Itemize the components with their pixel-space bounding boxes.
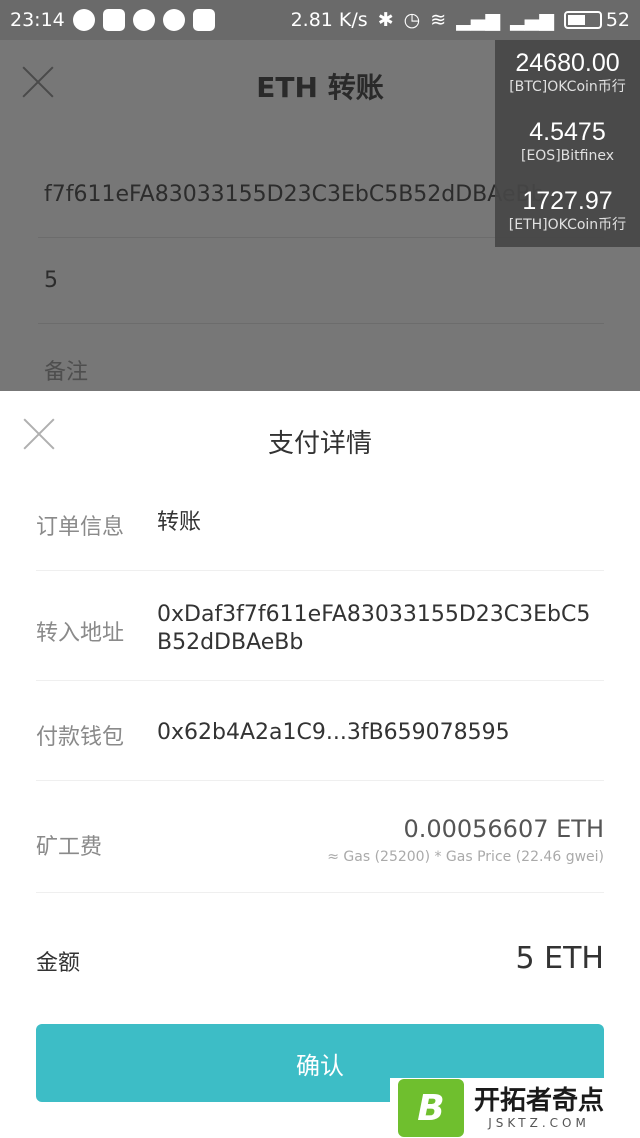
order-info-label: 订单信息 bbox=[36, 515, 125, 540]
miner-fee-row[interactable]: 矿工费 0.00056607 ETH ≈ Gas (25200) * Gas P… bbox=[36, 781, 604, 893]
ticker-price: 24680.00 bbox=[515, 49, 620, 77]
amount-field[interactable]: 5 bbox=[38, 238, 604, 324]
from-wallet-label: 付款钱包 bbox=[36, 725, 125, 750]
miner-fee-detail: ≈ Gas (25200) * Gas Price (22.46 gwei) bbox=[327, 849, 604, 865]
message-icon bbox=[102, 9, 125, 31]
battery-icon bbox=[563, 11, 602, 29]
amount-label: 金额 bbox=[36, 951, 81, 976]
ticker-item: 24680.00 [BTC]OKCoin币行 bbox=[495, 40, 640, 109]
price-ticker[interactable]: 24680.00 [BTC]OKCoin币行 4.5475 [EOS]Bitfi… bbox=[495, 40, 640, 247]
miner-fee-value: 0.00056607 ETH bbox=[403, 815, 604, 843]
ticker-item: 1727.97 [ETH]OKCoin币行 bbox=[495, 178, 640, 247]
status-bar: 23:14 2.81 K/s ✱ ◷ ≋ ▂▄▆ ▂▄▆ 52 bbox=[0, 0, 640, 40]
payment-sheet: 支付详情 订单信息 转账 转入地址 0xDaf3f7f611eFA8303315… bbox=[0, 391, 640, 1138]
amount-value: 5 ETH bbox=[515, 941, 604, 976]
battery-level: 52 bbox=[605, 9, 630, 31]
ticker-source: [ETH]OKCoin币行 bbox=[508, 217, 627, 233]
watermark-url: JSKTZ.COM bbox=[488, 1116, 590, 1130]
watermark-name: 开拓者奇点 bbox=[474, 1086, 605, 1116]
watermark-logo: B bbox=[398, 1079, 464, 1137]
ticker-item: 4.5475 [EOS]Bitfinex bbox=[495, 109, 640, 178]
bluetooth-icon: ✱ bbox=[377, 9, 394, 31]
ticker-price: 4.5475 bbox=[529, 118, 606, 146]
to-address-label: 转入地址 bbox=[36, 621, 125, 646]
ticker-source: [BTC]OKCoin币行 bbox=[509, 79, 626, 95]
from-wallet-value: 0x62b4A2a1C9...3fB659078595 bbox=[157, 720, 510, 745]
wechat-icon bbox=[72, 9, 95, 31]
from-wallet-row: 付款钱包 0x62b4A2a1C9...3fB659078595 bbox=[36, 681, 604, 781]
amount-row: 金额 5 ETH bbox=[36, 893, 604, 1021]
sheet-title: 支付详情 bbox=[267, 429, 372, 459]
status-time: 23:14 bbox=[10, 9, 65, 31]
ticker-source: [EOS]Bitfinex bbox=[520, 148, 614, 164]
battery-indicator: 52 bbox=[563, 9, 630, 31]
chat-icon bbox=[132, 9, 155, 31]
image-icon bbox=[192, 9, 215, 31]
miner-fee-label: 矿工费 bbox=[36, 835, 103, 860]
ticker-price: 1727.97 bbox=[522, 187, 613, 215]
network-speed: 2.81 K/s bbox=[290, 9, 368, 31]
signal-icon: ▂▄▆ bbox=[456, 9, 500, 31]
order-info-value: 转账 bbox=[157, 510, 202, 535]
qq-icon bbox=[162, 9, 185, 31]
watermark: B 开拓者奇点 JSKTZ.COM bbox=[390, 1078, 640, 1138]
order-info-row: 订单信息 转账 bbox=[36, 471, 604, 571]
to-address-value: 0xDaf3f7f611eFA83033155D23C3EbC5B52dDBAe… bbox=[157, 602, 591, 655]
to-address-row: 转入地址 0xDaf3f7f611eFA83033155D23C3EbC5B52… bbox=[36, 571, 604, 681]
signal-icon-2: ▂▄▆ bbox=[509, 9, 554, 31]
wifi-icon: ≋ bbox=[430, 9, 447, 31]
alarm-icon: ◷ bbox=[403, 9, 421, 31]
